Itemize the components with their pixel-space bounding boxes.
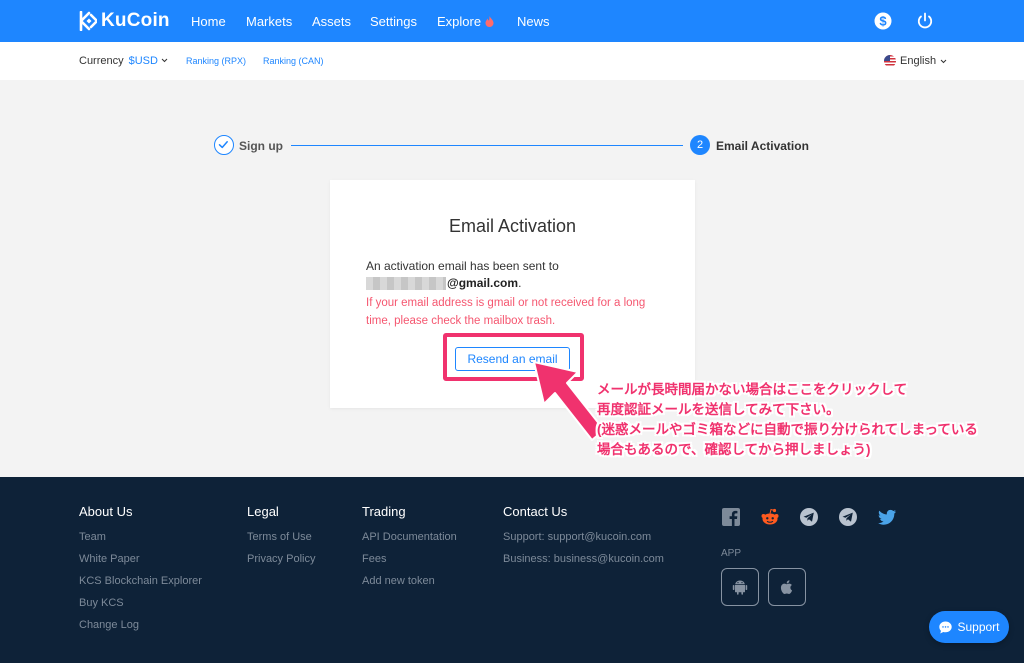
- chevron-down-icon: [161, 58, 168, 63]
- step2-number: 2: [690, 135, 710, 155]
- footer-link-change-log[interactable]: Change Log: [79, 618, 202, 640]
- sub-toolbar: Currency $USD Ranking (RPX) Ranking (CAN)…: [0, 42, 1024, 80]
- trash-warning-text: If your email address is gmail or not re…: [366, 297, 646, 327]
- footer-link-kcs-explorer[interactable]: KCS Blockchain Explorer: [79, 574, 202, 596]
- footer-link-team[interactable]: Team: [79, 530, 202, 552]
- chevron-down-icon: [940, 59, 947, 63]
- nav-explore[interactable]: Explore: [437, 14, 494, 29]
- annotation-line-4: 場合もあるので、確認してから押しましょう): [597, 442, 871, 457]
- footer-contact-column: Contact Us Support: support@kucoin.com B…: [503, 504, 664, 574]
- email-period: .: [518, 276, 522, 290]
- ranking-can-link[interactable]: Ranking (CAN): [263, 56, 324, 66]
- redacted-email-blur: [366, 276, 446, 290]
- step1-check-icon: [214, 135, 234, 155]
- annotation-line-1: メールが長時間届かない場合はここをクリックして: [597, 382, 908, 397]
- telegram-icon[interactable]: [838, 507, 858, 527]
- nav-assets[interactable]: Assets: [312, 14, 351, 29]
- step2-label: Email Activation: [716, 139, 809, 153]
- nav-markets[interactable]: Markets: [246, 14, 292, 29]
- nav-settings[interactable]: Settings: [370, 14, 417, 29]
- footer-link-buy-kcs[interactable]: Buy KCS: [79, 596, 202, 618]
- support-chat-button[interactable]: Support: [929, 611, 1009, 643]
- telegram-icon[interactable]: [799, 507, 819, 527]
- footer-link-terms[interactable]: Terms of Use: [247, 530, 315, 552]
- top-navbar: KuCoin Home Markets Assets Settings Expl…: [0, 0, 1024, 42]
- annotation-line-3: (迷惑メールやゴミ箱などに自動で振り分けられてしまっている: [597, 422, 978, 437]
- language-label: English: [900, 55, 937, 67]
- footer-contact-title: Contact Us: [503, 504, 568, 519]
- kucoin-logo[interactable]: KuCoin: [79, 10, 170, 32]
- power-icon[interactable]: [916, 12, 934, 30]
- android-app-button[interactable]: [721, 568, 759, 606]
- footer-link-white-paper[interactable]: White Paper: [79, 552, 202, 574]
- footer-business-email[interactable]: Business: business@kucoin.com: [503, 552, 664, 574]
- app-label: APP: [721, 548, 742, 559]
- footer-link-fees[interactable]: Fees: [362, 552, 457, 574]
- currency-value: $USD: [128, 55, 158, 67]
- footer-link-add-token[interactable]: Add new token: [362, 574, 457, 596]
- currency-selector[interactable]: Currency $USD: [79, 55, 168, 67]
- activation-sent-text: An activation email has been sent to: [366, 259, 559, 273]
- nav-home[interactable]: Home: [191, 14, 226, 29]
- footer-trading-title: Trading: [362, 504, 406, 519]
- footer-link-api-docs[interactable]: API Documentation: [362, 530, 457, 552]
- us-flag-icon: [884, 55, 896, 67]
- annotation-line-2: 再度認証メールを送信してみて下さい。: [597, 402, 840, 417]
- kucoin-logo-icon: [79, 11, 97, 31]
- email-suffix: @gmail.com: [447, 276, 519, 290]
- annotation-text: メールが長時間届かない場合はここをクリックして 再度認証メールを送信してみて下さ…: [597, 380, 978, 460]
- footer-link-privacy[interactable]: Privacy Policy: [247, 552, 315, 574]
- footer-legal-title: Legal: [247, 504, 279, 519]
- dollar-icon[interactable]: $: [874, 12, 892, 30]
- support-label: Support: [957, 620, 1000, 634]
- email-address: @gmail.com.: [366, 276, 521, 290]
- step1-label: Sign up: [239, 139, 283, 153]
- footer-about-title: About Us: [79, 504, 133, 519]
- reddit-icon[interactable]: [760, 507, 780, 527]
- language-selector[interactable]: English: [884, 55, 947, 67]
- nav-explore-label: Explore: [437, 14, 482, 29]
- footer: About Us Team White Paper KCS Blockchain…: [0, 477, 1024, 663]
- android-icon: [732, 580, 748, 595]
- twitter-icon[interactable]: [877, 507, 897, 527]
- logo-text: KuCoin: [101, 10, 170, 31]
- facebook-icon[interactable]: [721, 507, 741, 527]
- flame-icon: [485, 16, 494, 27]
- svg-text:$: $: [879, 14, 887, 29]
- footer-legal-column: Legal Terms of Use Privacy Policy: [247, 504, 315, 574]
- footer-about-column: About Us Team White Paper KCS Blockchain…: [79, 504, 202, 640]
- social-links: [721, 507, 897, 527]
- step-connector: [291, 145, 683, 146]
- footer-support-email[interactable]: Support: support@kucoin.com: [503, 530, 664, 552]
- chat-bubble-icon: [939, 621, 953, 633]
- ios-app-button[interactable]: [768, 568, 806, 606]
- nav-news[interactable]: News: [517, 14, 550, 29]
- ranking-rpx-link[interactable]: Ranking (RPX): [186, 56, 246, 66]
- card-title: Email Activation: [448, 216, 577, 236]
- currency-label: Currency: [79, 55, 124, 67]
- footer-trading-column: Trading API Documentation Fees Add new t…: [362, 504, 457, 596]
- apple-icon: [780, 580, 793, 595]
